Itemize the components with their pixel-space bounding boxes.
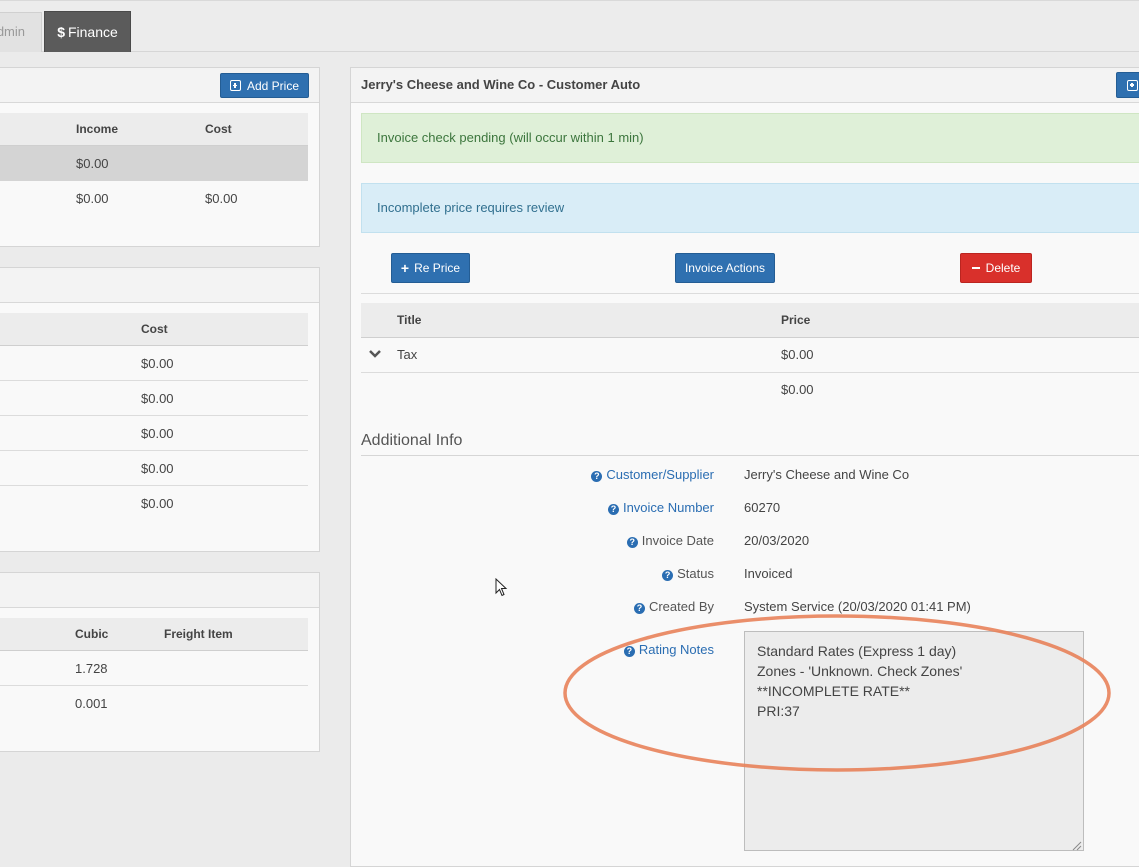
question-circle-icon: ? — [623, 646, 635, 657]
add-price-button[interactable]: Add Price — [220, 73, 309, 98]
question-circle-icon: ? — [662, 570, 674, 581]
dollar-icon: $ — [57, 24, 65, 40]
customer-supplier-label[interactable]: ? Customer/Supplier — [480, 467, 714, 482]
row-cost: $0.00 — [141, 356, 174, 371]
divider — [361, 293, 1139, 294]
additional-info-heading: Additional Info — [361, 432, 463, 449]
tab-bar — [0, 0, 1139, 52]
delete-label: Delete — [985, 261, 1021, 275]
freight-panel-header — [0, 573, 319, 608]
freight-table-header — [0, 618, 308, 651]
row-income: $0.00 — [76, 156, 109, 171]
costs-panel-header — [0, 268, 319, 303]
delete-button[interactable]: Delete — [960, 253, 1032, 283]
tab-admin[interactable]: dmin — [0, 12, 42, 52]
invoice-panel-title: Jerry's Cheese and Wine Co - Customer Au… — [361, 77, 641, 92]
row-price: $0.00 — [781, 382, 814, 397]
header-cost: Cost — [205, 122, 232, 136]
row-cubic: 1.728 — [75, 661, 108, 676]
row-cubic: 0.001 — [75, 696, 108, 711]
row-cost: $0.00 — [141, 426, 174, 441]
plus-icon: + — [400, 260, 410, 276]
row-cost: $0.00 — [141, 496, 174, 511]
question-circle-icon: ? — [633, 603, 645, 614]
invoice-check-alert-text: Invoice check pending (will occur within… — [377, 130, 644, 145]
table-row — [0, 651, 308, 686]
header-cost: Cost — [141, 322, 168, 336]
status-value: Invoiced — [744, 566, 793, 581]
incomplete-price-alert-text: Incomplete price requires review — [377, 200, 565, 215]
invoice-date-value: 20/03/2020 — [744, 533, 810, 548]
question-circle-icon: ? — [607, 504, 619, 515]
invoice-date-label: ? Invoice Date — [480, 533, 714, 548]
table-row[interactable] — [0, 146, 308, 181]
header-income: Income — [76, 122, 119, 136]
re-price-button[interactable]: + Re Price — [391, 253, 470, 283]
re-price-label: Re Price — [414, 261, 461, 275]
tab-finance-label: Finance — [67, 24, 118, 40]
status-label: ? Status — [480, 566, 714, 581]
row-income: $0.00 — [76, 191, 109, 206]
header-freight-item: Freight Item — [164, 627, 233, 641]
prices-table-header — [0, 113, 308, 146]
mouse-cursor-icon — [495, 577, 509, 598]
add-price-label: Add Price — [246, 78, 300, 93]
row-title: Tax — [397, 347, 418, 362]
price-lines-table-header — [361, 303, 1139, 338]
invoice-number-label[interactable]: ? Invoice Number — [480, 500, 714, 515]
header-price: Price — [781, 313, 811, 327]
created-by-value: System Service (20/03/2020 01:41 PM) — [744, 599, 971, 614]
row-cost: $0.00 — [141, 461, 174, 476]
row-cost: $0.00 — [141, 391, 174, 406]
row-cost: $0.00 — [205, 191, 238, 206]
invoice-number-value: 60270 — [744, 500, 781, 515]
invoice-actions-button[interactable]: Invoice Actions — [675, 253, 775, 283]
minus-icon — [971, 267, 980, 269]
tab-finance[interactable]: $ Finance — [44, 11, 131, 52]
plus-square-icon — [1127, 79, 1138, 91]
row-price: $0.00 — [781, 347, 814, 362]
resize-handle-icon[interactable] — [1072, 839, 1082, 851]
header-cubic: Cubic — [75, 627, 109, 641]
panel-add-button[interactable] — [1116, 72, 1139, 98]
chevron-down-icon[interactable] — [368, 347, 382, 361]
question-circle-icon: ? — [626, 537, 638, 548]
customer-supplier-value: Jerry's Cheese and Wine Co — [744, 467, 910, 482]
header-title: Title — [397, 313, 422, 327]
invoice-actions-label: Invoice Actions — [684, 261, 766, 275]
created-by-label: ? Created By — [480, 599, 714, 614]
plus-square-icon — [229, 80, 241, 91]
rating-notes-label[interactable]: ? Rating Notes — [480, 642, 714, 657]
question-circle-icon: ? — [591, 471, 603, 482]
divider — [361, 455, 1139, 456]
rating-notes-textarea[interactable]: Standard Rates (Express 1 day) Zones - '… — [744, 631, 1084, 851]
table-row[interactable] — [361, 338, 1139, 373]
